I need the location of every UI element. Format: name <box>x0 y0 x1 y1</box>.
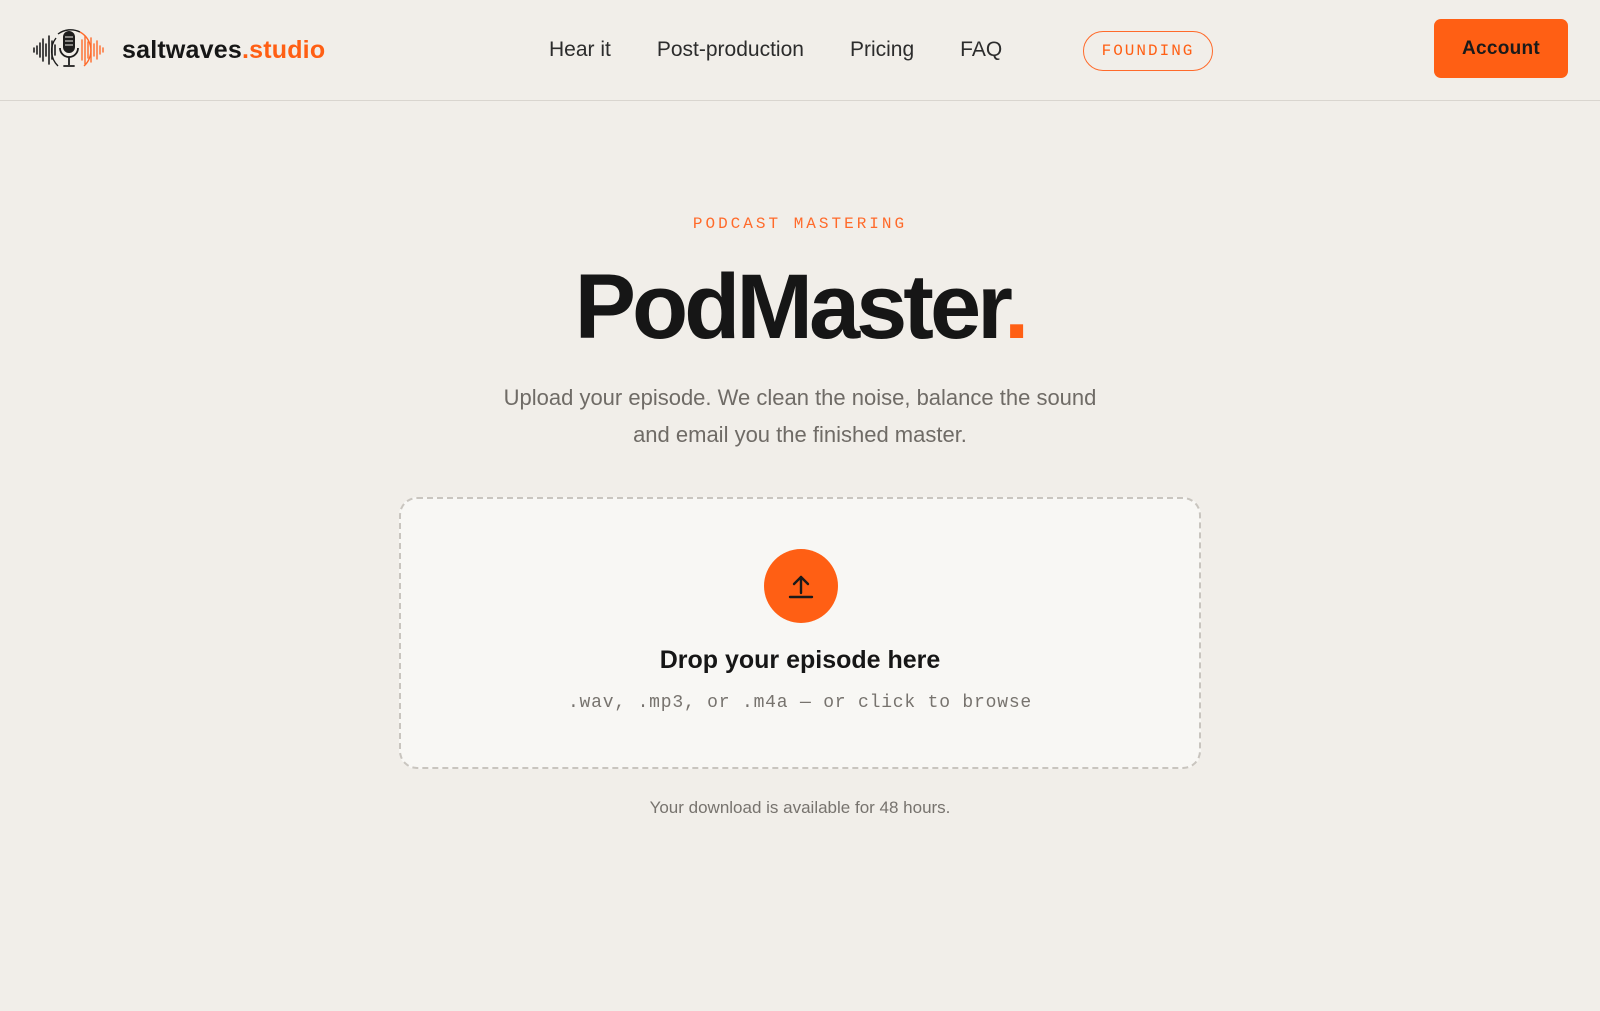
download-availability-note: Your download is available for 48 hours. <box>649 798 951 817</box>
page-title: PodMaster. <box>0 252 1600 362</box>
brand-name-accent: .studio <box>241 35 326 64</box>
upload-arrow-icon <box>788 575 814 599</box>
nav-link-pricing[interactable]: Pricing <box>850 38 914 62</box>
nav-link-hear-it[interactable]: Hear it <box>549 38 611 62</box>
episode-dropzone[interactable]: Drop your episode here .wav, .mp3, or .m… <box>399 497 1201 769</box>
dropzone-title: Drop your episode here <box>659 646 941 674</box>
brand-home-link[interactable]: saltwaves.studio <box>32 22 325 78</box>
dropzone-hint: .wav, .mp3, or .m4a — or click to browse <box>567 693 1033 713</box>
microphone-waveform-icon <box>33 29 104 67</box>
page-title-dot: . <box>1003 256 1029 358</box>
hero-eyebrow: PODCAST MASTERING <box>692 215 908 233</box>
brand-name: saltwaves.studio <box>122 36 325 65</box>
site-header: saltwaves.studio Hear it Post-production… <box>0 0 1600 101</box>
main-nav: Hear it Post-production Pricing FAQ <box>549 28 1048 72</box>
founding-badge-link[interactable]: FOUNDING <box>1083 31 1213 71</box>
account-button[interactable]: Account <box>1434 19 1568 78</box>
upload-button[interactable] <box>764 549 838 623</box>
brand-name-main: saltwaves <box>122 35 242 64</box>
hero-subtitle: Upload your episode. We clean the noise,… <box>503 385 1097 447</box>
page-title-text: PodMaster <box>574 256 1008 358</box>
nav-link-post-production[interactable]: Post-production <box>657 38 804 62</box>
nav-link-faq[interactable]: FAQ <box>960 38 1002 62</box>
